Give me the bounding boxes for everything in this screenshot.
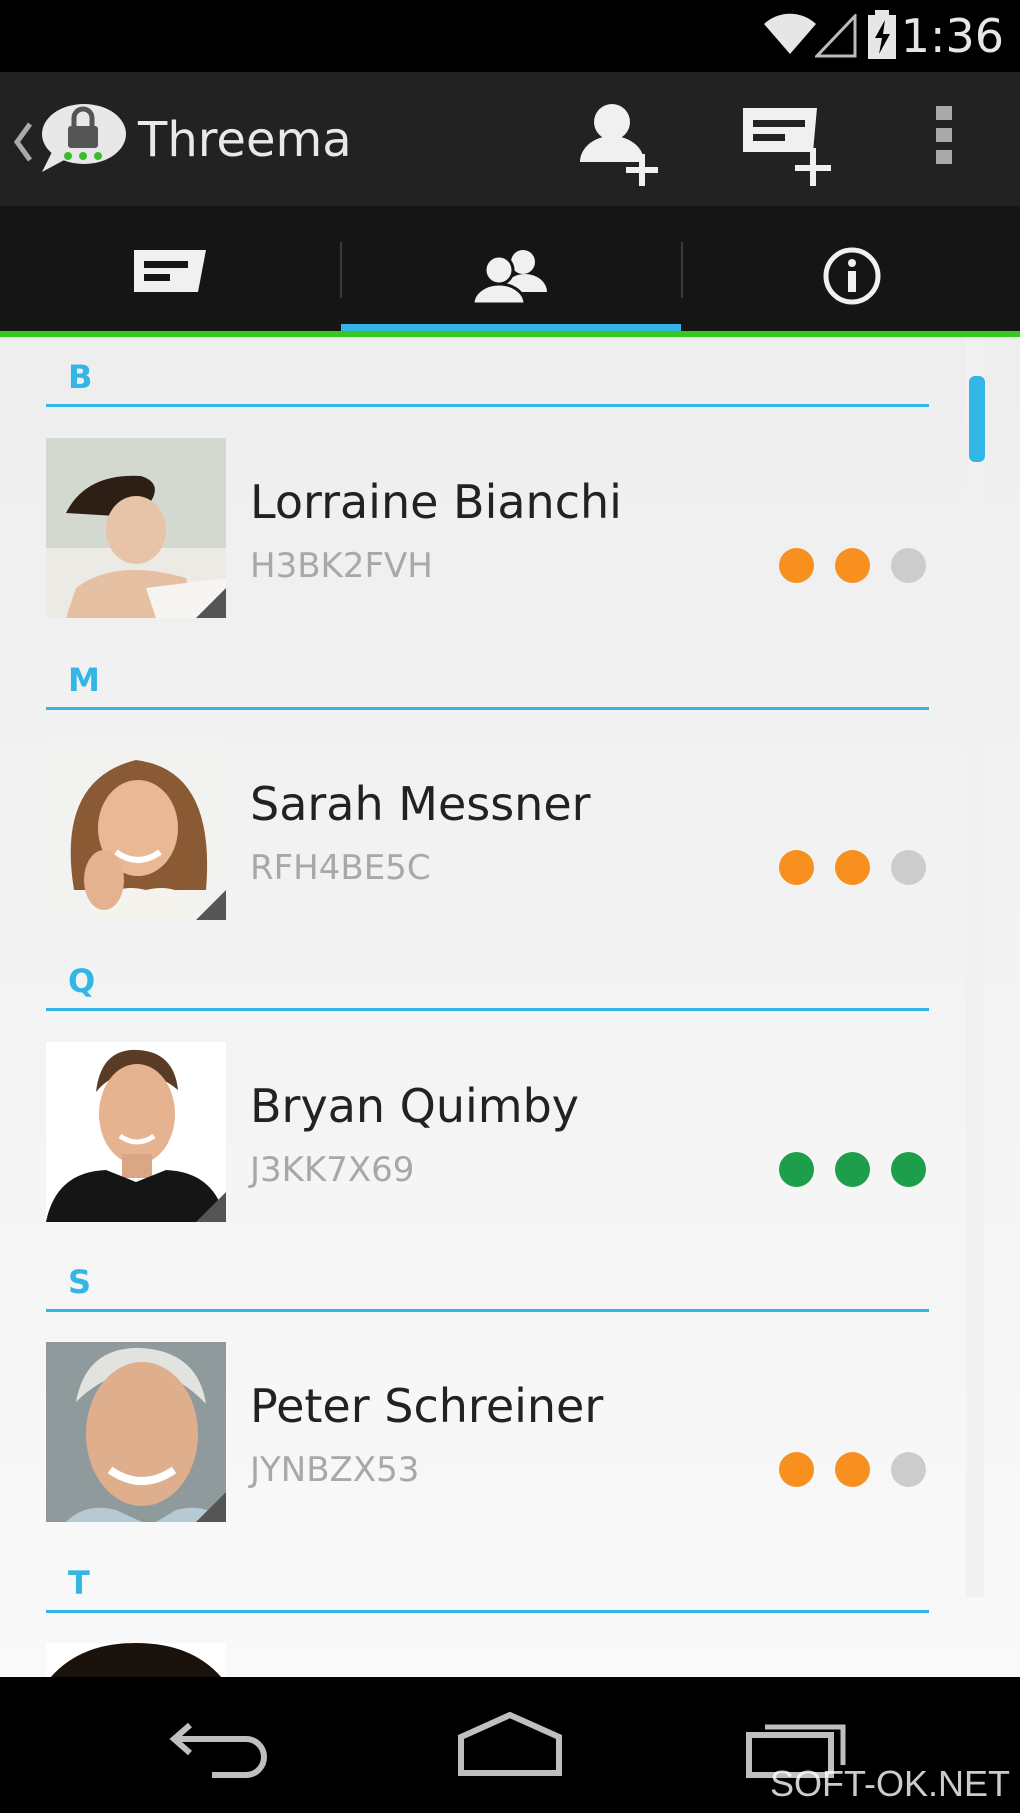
battery-icon — [868, 10, 896, 59]
verification-dot — [779, 1452, 814, 1487]
avatar-corner-marker — [196, 1492, 226, 1522]
section-header: M — [46, 644, 929, 710]
section-divider — [46, 404, 929, 407]
contact-name: Sarah Messner — [250, 777, 591, 831]
avatar[interactable] — [46, 740, 226, 920]
avatar[interactable] — [46, 1042, 226, 1222]
threema-logo-icon[interactable] — [38, 100, 128, 176]
clock: 1:36 — [900, 9, 1004, 63]
contact-list[interactable]: B Lorraine Bianchi H3BK2FVH M Sarah Mess… — [0, 337, 1020, 1677]
verification-level — [779, 1452, 929, 1488]
section-header: B — [46, 341, 929, 407]
verification-level — [779, 850, 929, 886]
contacts-icon — [471, 250, 547, 306]
verification-dot — [835, 850, 870, 885]
section-divider — [46, 1610, 929, 1613]
new-message-button[interactable] — [735, 94, 835, 190]
tab-contacts[interactable] — [341, 206, 681, 333]
watermark: SOFT-OK.NET — [769, 1763, 1010, 1804]
tab-info[interactable] — [682, 206, 1020, 333]
section-letter: T — [68, 1564, 90, 1602]
wifi-icon — [764, 13, 816, 54]
add-contact-icon — [580, 104, 658, 186]
tab-bar — [0, 206, 1020, 335]
back-button[interactable] — [160, 1707, 290, 1783]
contact-id: JYNBZX53 — [250, 1450, 420, 1490]
verification-dot — [891, 1152, 926, 1187]
chevron-left-icon[interactable] — [12, 120, 34, 164]
contact-row[interactable]: Lorraine Bianchi H3BK2FVH — [46, 438, 929, 621]
verification-dot — [835, 548, 870, 583]
contact-row[interactable] — [46, 1643, 929, 1677]
verification-dot — [835, 1452, 870, 1487]
section-letter: S — [68, 1263, 92, 1301]
avatar-corner-marker — [196, 890, 226, 920]
app-title: Threema — [138, 112, 352, 168]
contact-row[interactable]: Peter Schreiner JYNBZX53 — [46, 1342, 929, 1525]
info-icon — [823, 247, 881, 305]
messages-icon — [134, 250, 206, 292]
home-icon — [458, 1711, 562, 1776]
section-letter: Q — [68, 962, 96, 1000]
verification-dot — [779, 548, 814, 583]
verification-level — [779, 548, 929, 584]
contact-name: Lorraine Bianchi — [250, 475, 622, 529]
status-bar: 1:36 — [0, 0, 1020, 72]
add-contact-button[interactable] — [572, 94, 672, 190]
avatar[interactable] — [46, 438, 226, 618]
verification-dot — [835, 1152, 870, 1187]
overflow-menu-button[interactable] — [910, 94, 980, 190]
new-message-icon — [743, 108, 831, 186]
contact-id: J3KK7X69 — [250, 1150, 415, 1190]
section-letter: M — [68, 661, 100, 699]
back-icon — [169, 1722, 267, 1778]
section-header: Q — [46, 945, 929, 1011]
verification-dot — [891, 1452, 926, 1487]
overflow-menu-icon — [936, 106, 952, 164]
contact-row[interactable]: Sarah Messner RFH4BE5C — [46, 740, 929, 923]
avatar-corner-marker — [196, 588, 226, 618]
section-divider — [46, 707, 929, 710]
avatar[interactable] — [46, 1643, 226, 1677]
contact-id: RFH4BE5C — [250, 848, 431, 888]
home-button[interactable] — [445, 1707, 575, 1783]
avatar-corner-marker — [196, 1192, 226, 1222]
verification-level — [779, 1152, 929, 1188]
contact-id: H3BK2FVH — [250, 546, 433, 586]
section-divider — [46, 1008, 929, 1011]
verification-dot — [779, 850, 814, 885]
scrollbar-track — [966, 337, 984, 1597]
contact-name: Bryan Quimby — [250, 1079, 580, 1133]
contact-row[interactable]: Bryan Quimby J3KK7X69 — [46, 1042, 929, 1225]
verification-dot — [891, 548, 926, 583]
tab-messages[interactable] — [0, 206, 340, 333]
navigation-bar: SOFT-OK.NET — [0, 1677, 1020, 1813]
avatar[interactable] — [46, 1342, 226, 1522]
section-divider — [46, 1309, 929, 1312]
scrollbar-thumb[interactable] — [969, 376, 985, 462]
signal-icon — [815, 14, 857, 58]
action-bar: Threema — [0, 72, 1020, 206]
verification-dot — [891, 850, 926, 885]
contact-name: Peter Schreiner — [250, 1379, 604, 1433]
verification-dot — [779, 1152, 814, 1187]
section-header: T — [46, 1547, 929, 1613]
section-header: S — [46, 1246, 929, 1312]
section-letter: B — [68, 358, 93, 396]
